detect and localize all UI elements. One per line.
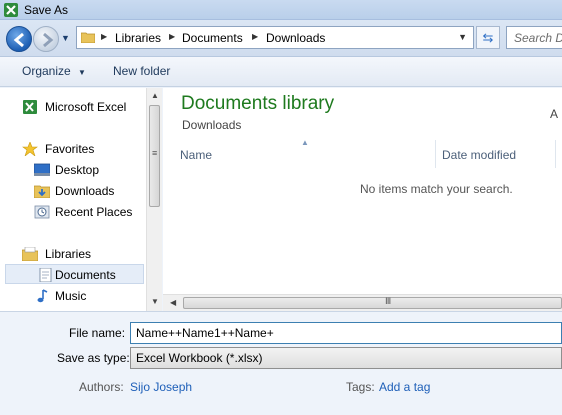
- nav-item-libraries[interactable]: Libraries: [0, 244, 145, 264]
- nav-item-documents[interactable]: Documents: [5, 264, 144, 284]
- column-header-name[interactable]: Name: [180, 148, 212, 162]
- breadcrumb-separator-icon[interactable]: ▶: [101, 32, 107, 41]
- authors-label: Authors:: [79, 380, 124, 394]
- music-icon: [37, 289, 48, 303]
- documents-icon: [39, 268, 52, 282]
- file-name-value: Name++Name1++Name+: [136, 326, 274, 340]
- breadcrumb-separator-icon[interactable]: ▶: [252, 32, 258, 41]
- nav-item-label: Libraries: [45, 247, 92, 261]
- command-toolbar: Organize ▼ New folder: [0, 57, 562, 87]
- scrollbar-grip-icon: Ⅲ: [385, 296, 392, 306]
- save-type-label: Save as type:: [57, 351, 130, 365]
- column-divider[interactable]: [435, 140, 436, 168]
- libraries-icon: [22, 247, 38, 261]
- column-header-date-modified[interactable]: Date modified: [442, 148, 516, 162]
- file-name-label: File name:: [69, 326, 126, 340]
- file-list-pane: Documents library Downloads A ▲ Name Dat…: [163, 88, 562, 311]
- scroll-down-icon[interactable]: ▼: [151, 297, 159, 306]
- save-type-value: Excel Workbook (*.xlsx): [136, 351, 263, 365]
- column-divider[interactable]: [555, 140, 556, 168]
- scroll-left-icon[interactable]: ◀: [170, 298, 176, 307]
- breadcrumb-downloads[interactable]: Downloads: [266, 31, 325, 45]
- nav-item-label: Music: [55, 289, 87, 303]
- breadcrumb-separator-icon[interactable]: ▶: [169, 32, 175, 41]
- nav-item-music[interactable]: Music: [0, 286, 145, 306]
- chevron-down-icon: ▼: [78, 68, 86, 77]
- desktop-icon: [34, 163, 50, 176]
- save-type-dropdown[interactable]: Excel Workbook (*.xlsx): [130, 347, 562, 369]
- nav-item-favorites[interactable]: Favorites: [0, 139, 145, 159]
- refresh-button[interactable]: ⇆: [476, 26, 500, 49]
- tags-label: Tags:: [346, 380, 375, 394]
- breadcrumb-libraries[interactable]: Libraries: [115, 31, 161, 45]
- nav-item-desktop[interactable]: Desktop: [0, 160, 145, 180]
- new-folder-button[interactable]: New folder: [113, 64, 170, 78]
- forward-button[interactable]: [33, 26, 59, 52]
- back-button[interactable]: [6, 26, 32, 52]
- library-title: Documents library: [181, 93, 335, 114]
- excel-icon: [23, 100, 37, 114]
- scroll-up-icon[interactable]: ▲: [151, 91, 159, 100]
- search-placeholder: Search D: [514, 31, 562, 45]
- scrollbar-grip-icon: ≡: [152, 148, 158, 158]
- breadcrumb-documents[interactable]: Documents: [182, 31, 243, 45]
- library-subtitle: Downloads: [182, 118, 242, 132]
- add-tag-link[interactable]: Add a tag: [379, 380, 430, 394]
- downloads-folder-icon: [34, 185, 50, 198]
- nav-item-label: Documents: [55, 268, 116, 282]
- address-bar[interactable]: ▶ Libraries ▶ Documents ▶ Downloads ▼: [76, 26, 474, 49]
- title-bar: Save As: [0, 0, 562, 20]
- refresh-icon: ⇆: [482, 30, 494, 45]
- navigation-bar: ▼ ▶ Libraries ▶ Documents ▶ Downloads ▼ …: [0, 20, 562, 57]
- window-title: Save As: [24, 3, 69, 17]
- folder-icon: [81, 32, 95, 43]
- scrollbar-thumb[interactable]: [183, 297, 562, 309]
- nav-item-recent-places[interactable]: Recent Places: [0, 202, 145, 222]
- recent-pages-dropdown-icon[interactable]: ▼: [61, 33, 70, 43]
- save-form: File name: Name++Name1++Name+ Save as ty…: [0, 311, 562, 415]
- file-name-input[interactable]: Name++Name1++Name+: [130, 322, 562, 344]
- arrow-left-icon: [13, 32, 24, 48]
- excel-icon: [4, 3, 18, 17]
- arrange-by-label[interactable]: A: [550, 107, 558, 121]
- navigation-scrollbar[interactable]: ▲ ≡ ▼: [146, 88, 162, 311]
- nav-item-label: Recent Places: [55, 205, 133, 219]
- nav-item-label: Desktop: [55, 163, 100, 177]
- nav-item-label: Downloads: [55, 184, 115, 198]
- nav-item-label: Favorites: [45, 142, 95, 156]
- empty-message: No items match your search.: [360, 182, 513, 196]
- nav-item-label: Microsoft Excel: [45, 100, 127, 114]
- star-icon: [22, 142, 38, 156]
- search-input[interactable]: Search D: [506, 26, 562, 49]
- navigation-pane: Microsoft Excel Favorites Desktop Downlo…: [0, 88, 162, 311]
- organize-label: Organize: [22, 64, 71, 78]
- address-dropdown-icon[interactable]: ▼: [458, 32, 467, 42]
- nav-item-microsoft-excel[interactable]: Microsoft Excel: [0, 97, 145, 117]
- nav-item-downloads[interactable]: Downloads: [0, 181, 145, 201]
- arrow-right-icon: [43, 32, 54, 48]
- organize-button[interactable]: Organize ▼: [22, 64, 86, 78]
- authors-value[interactable]: Sijo Joseph: [130, 380, 192, 394]
- recent-places-icon: [34, 205, 50, 219]
- sort-arrow-icon: ▲: [301, 138, 309, 147]
- horizontal-scrollbar[interactable]: ◀ Ⅲ: [163, 294, 562, 311]
